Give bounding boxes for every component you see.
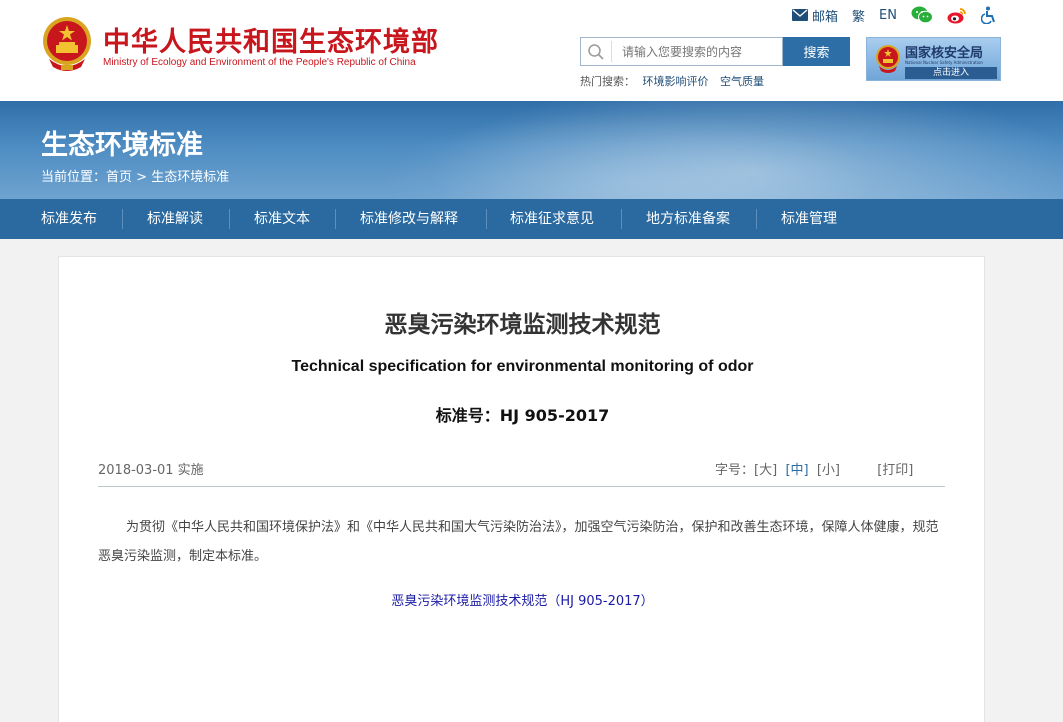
article-paragraph: 为贯彻《中华人民共和国环境保护法》和《中华人民共和国大气污染防治法》，加强空气污… xyxy=(98,520,939,564)
breadcrumb-current[interactable]: 生态环境标准 xyxy=(151,170,229,185)
nav-local-standard-filing[interactable]: 地方标准备案 xyxy=(646,199,730,239)
search-box xyxy=(580,37,783,66)
divider xyxy=(98,486,945,487)
article-panel: 恶臭污染环境监测技术规范 Technical specification for… xyxy=(58,256,985,722)
article-tools: 字号：[大] [中] [小] [打印] xyxy=(715,459,913,478)
english-link[interactable]: EN xyxy=(879,8,897,23)
breadcrumb: 当前位置：首页 > 生态环境标准 xyxy=(41,166,229,185)
standard-number: 标准号：HJ 905-2017 xyxy=(435,406,610,425)
nav-standard-text[interactable]: 标准文本 xyxy=(254,199,310,239)
breadcrumb-prefix: 当前位置： xyxy=(41,170,107,185)
document-link[interactable]: 恶臭污染环境监测技术规范（HJ 905-2017） xyxy=(59,590,986,609)
nav-standard-revision[interactable]: 标准修改与解释 xyxy=(360,199,458,239)
nav-standard-consultation[interactable]: 标准征求意见 xyxy=(510,199,594,239)
mail-link[interactable]: 邮箱 xyxy=(792,6,838,25)
article-title: 恶臭污染环境监测技术规范 xyxy=(384,312,661,338)
breadcrumb-separator: > xyxy=(136,170,148,185)
traditional-chinese-link[interactable]: 繁 xyxy=(852,6,865,25)
top-links: 邮箱 繁 EN xyxy=(792,5,1011,25)
font-medium-button[interactable]: [中] xyxy=(785,463,808,478)
national-emblem-icon[interactable] xyxy=(41,15,93,73)
search-icon xyxy=(588,44,604,60)
search-button[interactable]: 搜索 xyxy=(783,37,850,66)
effective-date: 2018-03-01 实施 xyxy=(98,463,204,478)
accessibility-icon xyxy=(980,6,995,24)
site-subtitle: Ministry of Ecology and Environment of t… xyxy=(103,57,416,68)
font-small-button[interactable]: [小] xyxy=(817,463,840,478)
nna-emblem-icon xyxy=(876,45,900,73)
breadcrumb-home[interactable]: 首页 xyxy=(106,170,132,185)
site-header: 中华人民共和国生态环境部 Ministry of Ecology and Env… xyxy=(0,0,1063,101)
nav-standard-release[interactable]: 标准发布 xyxy=(41,199,97,239)
hot-search-label: 热门搜索： xyxy=(580,75,635,88)
article-title-en: Technical specification for environmenta… xyxy=(291,358,754,375)
page-title: 生态环境标准 xyxy=(41,130,203,161)
print-button[interactable]: [打印] xyxy=(877,463,913,478)
wechat-icon xyxy=(911,6,933,24)
nav-standard-management[interactable]: 标准管理 xyxy=(781,199,837,239)
hot-searches: 热门搜索： 环境影响评价 空气质量 xyxy=(580,73,772,89)
accessibility-link[interactable] xyxy=(980,6,997,24)
hot-search-item[interactable]: 空气质量 xyxy=(720,75,764,88)
font-large-button[interactable]: [大] xyxy=(754,463,777,478)
nna-banner[interactable]: 国家核安全局 National Nuclear Safety Administr… xyxy=(866,37,1001,81)
nav-standard-interpretation[interactable]: 标准解读 xyxy=(147,199,203,239)
page-banner: 生态环境标准 当前位置：首页 > 生态环境标准 xyxy=(0,101,1063,199)
nna-enter[interactable]: 点击进入 xyxy=(905,67,997,79)
site-title[interactable]: 中华人民共和国生态环境部 xyxy=(103,20,439,59)
search-input[interactable] xyxy=(611,41,779,62)
main-nav: 标准发布 标准解读 标准文本 标准修改与解释 标准征求意见 地方标准备案 标准管… xyxy=(0,199,1063,239)
wechat-link[interactable] xyxy=(911,6,933,24)
mail-icon xyxy=(792,9,808,21)
weibo-link[interactable] xyxy=(947,7,967,24)
mail-label: 邮箱 xyxy=(812,9,839,25)
weibo-icon xyxy=(947,7,966,23)
hot-search-item[interactable]: 环境影响评价 xyxy=(643,75,709,88)
nna-subtitle: National Nuclear Safety Administration xyxy=(905,60,983,65)
nna-title: 国家核安全局 xyxy=(905,46,984,61)
font-size-label: 字号： xyxy=(715,463,755,478)
